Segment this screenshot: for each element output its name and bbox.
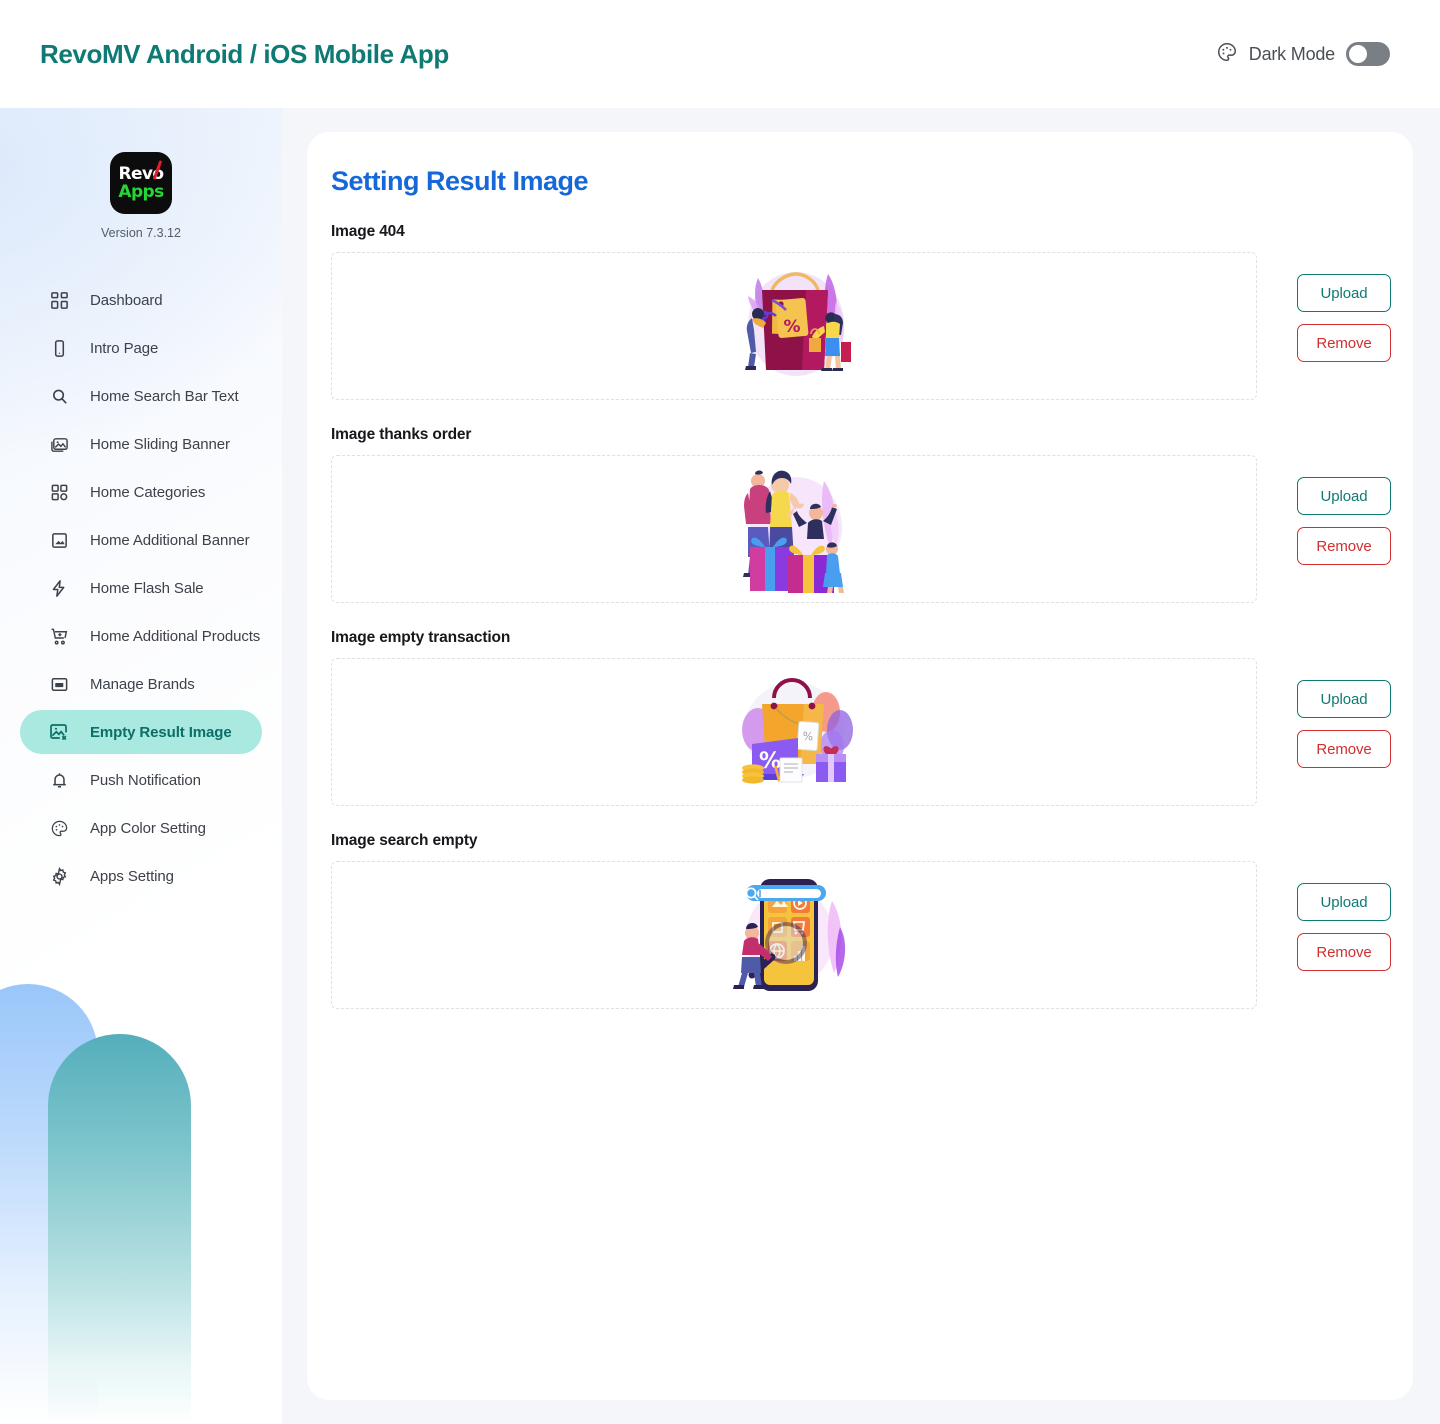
action-buttons-image-search-empty: Upload Remove [1297, 861, 1391, 971]
remove-button[interactable]: Remove [1297, 730, 1391, 768]
dashboard-grid-icon [48, 289, 70, 311]
top-bar: RevoMV Android / iOS Mobile App Dark Mod… [0, 0, 1440, 108]
image-row-image-search-empty: Upload Remove [331, 861, 1391, 1009]
sidebar-nav: Dashboard Intro Page Home Search Bar Tex… [0, 278, 282, 898]
sidebar-item-app-color-setting[interactable]: App Color Setting [20, 806, 262, 850]
sidebar-item-home-additional-products[interactable]: Home Additional Products [20, 614, 262, 658]
action-buttons-image-404: Upload Remove [1297, 252, 1391, 362]
brand-block: Revo Apps Version 7.3.12 [0, 108, 282, 240]
palette-icon [48, 817, 70, 839]
mobile-phone-icon [48, 337, 70, 359]
app-title: RevoMV Android / iOS Mobile App [40, 38, 449, 69]
sidebar-item-intro-page[interactable]: Intro Page [20, 326, 262, 370]
sidebar-item-label: Home Additional Banner [90, 531, 250, 549]
sidebar-item-home-flash-sale[interactable]: Home Flash Sale [20, 566, 262, 610]
shopping-bag-coins-gift-illustration: % % [742, 677, 853, 784]
sidebar-item-label: Push Notification [90, 771, 201, 789]
sidebar-item-label: Manage Brands [90, 675, 195, 693]
action-buttons-image-empty-transaction: Upload Remove [1297, 658, 1391, 768]
dark-mode-toggle[interactable] [1346, 42, 1390, 66]
remove-button[interactable]: Remove [1297, 933, 1391, 971]
sidebar-item-empty-result-image[interactable]: Empty Result Image [20, 710, 262, 754]
sidebar-item-dashboard[interactable]: Dashboard [20, 278, 262, 322]
settings-card: Setting Result Image Image 404 % Upload … [307, 132, 1413, 1400]
section-label-image-empty-transaction: Image empty transaction [331, 629, 511, 646]
dropzone-image-search-empty[interactable] [331, 861, 1257, 1009]
upload-button[interactable]: Upload [1297, 680, 1391, 718]
sidebar-item-home-search-bar-text[interactable]: Home Search Bar Text [20, 374, 262, 418]
decorative-pillars [0, 954, 282, 1424]
sidebar-item-label: Home Additional Products [90, 627, 261, 645]
sidebar-item-label: Dashboard [90, 291, 163, 309]
section-label-image-404: Image 404 [331, 223, 405, 240]
sidebar-item-apps-setting[interactable]: Apps Setting [20, 854, 262, 898]
upload-button[interactable]: Upload [1297, 883, 1391, 921]
sidebar-item-push-notification[interactable]: Push Notification [20, 758, 262, 802]
sidebar-item-home-categories[interactable]: Home Categories [20, 470, 262, 514]
section-label-image-thanks-order: Image thanks order [331, 426, 472, 443]
sidebar-item-home-additional-banner[interactable]: Home Additional Banner [20, 518, 262, 562]
sidebar-item-label: Home Search Bar Text [90, 387, 239, 405]
toggle-knob [1349, 45, 1367, 63]
sidebar-item-label: Empty Result Image [90, 723, 232, 741]
sidebar-item-label: Home Flash Sale [90, 579, 204, 597]
svg-text:%: % [802, 730, 813, 744]
section-label-image-search-empty: Image search empty [331, 832, 478, 849]
sidebar-item-home-sliding-banner[interactable]: Home Sliding Banner [20, 422, 262, 466]
palette-icon [1216, 41, 1238, 68]
sidebar-item-label: Intro Page [90, 339, 159, 357]
dropzone-image-404[interactable]: % [331, 252, 1257, 400]
decorative-pillar-teal [48, 1034, 191, 1424]
dark-mode-label: Dark Mode [1248, 43, 1335, 64]
revo-apps-logo: Revo Apps [110, 152, 172, 214]
image-row-image-thanks-order: Upload Remove [331, 455, 1391, 603]
sidebar: Revo Apps Version 7.3.12 Dashboard Intro… [0, 108, 282, 1424]
sidebar-item-label: App Color Setting [90, 819, 206, 837]
image-row-image-404: % Upload Remove [331, 252, 1391, 400]
images-stack-icon [48, 433, 70, 455]
phone-search-magnifier-illustration [733, 879, 846, 991]
categories-grid-icon [48, 481, 70, 503]
image-x-icon [48, 721, 70, 743]
logo-text-apps: Apps [118, 181, 164, 202]
bell-icon [48, 769, 70, 791]
gear-icon [48, 865, 70, 887]
lightning-bolt-icon [48, 577, 70, 599]
dropzone-image-empty-transaction[interactable]: % % [331, 658, 1257, 806]
cart-plus-icon [48, 625, 70, 647]
sidebar-item-label: Home Categories [90, 483, 206, 501]
family-with-gift-boxes-illustration [743, 470, 844, 593]
search-icon [48, 385, 70, 407]
sidebar-item-label: Home Sliding Banner [90, 435, 230, 453]
dark-mode-control[interactable]: Dark Mode [1216, 41, 1390, 68]
upload-button[interactable]: Upload [1297, 274, 1391, 312]
action-buttons-image-thanks-order: Upload Remove [1297, 455, 1391, 565]
page-title: Setting Result Image [331, 166, 589, 196]
sidebar-item-manage-brands[interactable]: Manage Brands [20, 662, 262, 706]
remove-button[interactable]: Remove [1297, 324, 1391, 362]
banner-image-icon [48, 529, 70, 551]
image-row-image-empty-transaction: % % Upload Remove [331, 658, 1391, 806]
dropzone-image-thanks-order[interactable] [331, 455, 1257, 603]
upload-button[interactable]: Upload [1297, 477, 1391, 515]
version-label: Version 7.3.12 [101, 226, 181, 240]
svg-text:%: % [783, 317, 800, 337]
shopping-bag-discount-tag-illustration: % [745, 272, 851, 376]
sidebar-item-label: Apps Setting [90, 867, 174, 885]
remove-button[interactable]: Remove [1297, 527, 1391, 565]
brand-card-icon [48, 673, 70, 695]
main-content: Setting Result Image Image 404 % Upload … [282, 108, 1440, 1424]
